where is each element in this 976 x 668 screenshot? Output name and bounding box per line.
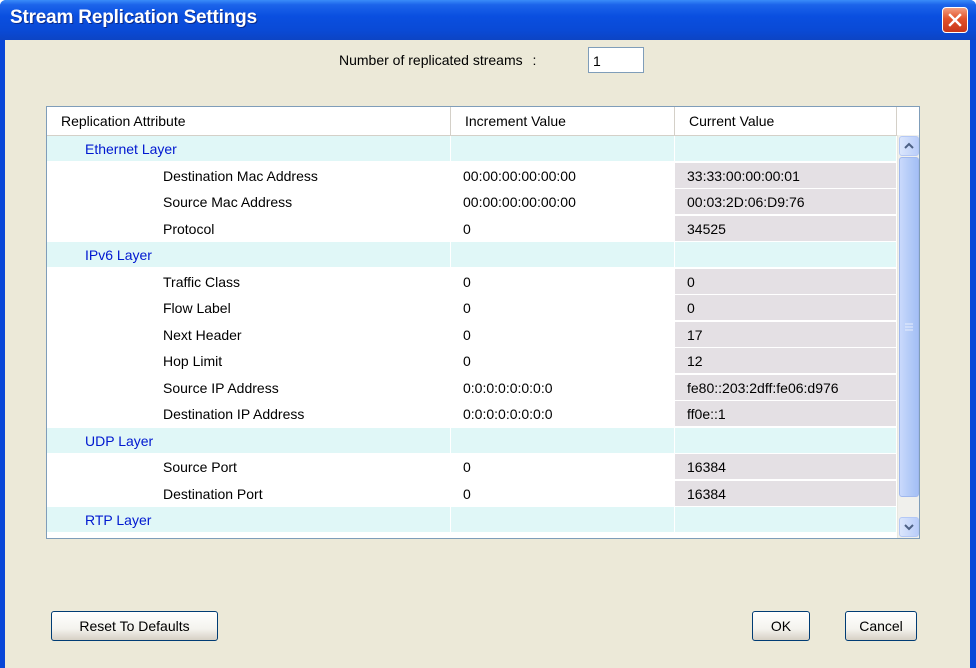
dialog-window: Stream Replication Settings Number of re…: [0, 0, 976, 668]
current-value-cell: ff0e::1: [675, 401, 897, 427]
scroll-up-button[interactable]: [899, 136, 919, 156]
current-value-cell: 16384: [675, 481, 897, 507]
grip-icon: [905, 323, 913, 331]
replication-grid: Replication Attribute Increment Value Cu…: [46, 106, 920, 539]
chevron-down-icon: [904, 524, 914, 531]
current-value-cell: fe80::203:2dff:fe06:d976: [675, 375, 897, 401]
table-row[interactable]: Protocol 0 34525: [47, 216, 897, 242]
increment-value-cell[interactable]: 0: [451, 481, 675, 507]
table-row[interactable]: Traffic Class 0 0: [47, 269, 897, 295]
attribute-cell: Traffic Class: [47, 269, 451, 295]
label-separator: :: [532, 52, 537, 68]
replicated-streams-label-text: Number of replicated streams: [339, 52, 523, 68]
increment-value-cell: [451, 507, 675, 533]
current-value-cell: [675, 136, 897, 162]
increment-value-cell[interactable]: 0:0:0:0:0:0:0:0: [451, 401, 675, 427]
current-value-cell: [675, 242, 897, 268]
replicated-streams-input[interactable]: [588, 47, 644, 73]
increment-value-cell: [451, 242, 675, 268]
current-value-cell: 0: [675, 295, 897, 321]
layer-group-row[interactable]: RTP Layer: [47, 507, 897, 533]
close-x-icon: [948, 13, 962, 27]
attribute-cell: Ethernet Layer: [47, 136, 451, 162]
table-row[interactable]: Source Mac Address 00:00:00:00:00:00 00:03…: [47, 189, 897, 215]
attribute-cell: Hop Limit: [47, 348, 451, 374]
replicated-streams-label: Number of replicated streams :: [339, 52, 536, 68]
increment-value-cell[interactable]: 00:00:00:00:00:00: [451, 163, 675, 189]
ok-button[interactable]: OK: [752, 611, 810, 641]
attribute-cell: Source IP Address: [47, 375, 451, 401]
table-row[interactable]: Destination Mac Address 00:00:00:00:00:00…: [47, 163, 897, 189]
increment-value-cell[interactable]: 0: [451, 295, 675, 321]
increment-value-cell[interactable]: 0:0:0:0:0:0:0:0: [451, 375, 675, 401]
current-value-cell: [675, 428, 897, 454]
current-value-cell: 00:03:2D:06:D9:76: [675, 189, 897, 215]
current-value-cell: 33:33:00:00:00:01: [675, 163, 897, 189]
header-replication-attribute[interactable]: Replication Attribute: [47, 107, 451, 135]
increment-value-cell: [451, 428, 675, 454]
table-row[interactable]: Source IP Address 0:0:0:0:0:0:0:0 fe80::20…: [47, 375, 897, 401]
increment-value-cell: [451, 136, 675, 162]
attribute-cell: Destination IP Address: [47, 401, 451, 427]
scroll-down-button[interactable]: [899, 517, 919, 537]
cancel-button[interactable]: Cancel: [845, 611, 917, 641]
current-value-cell: 0: [675, 269, 897, 295]
table-row[interactable]: Hop Limit 0 12: [47, 348, 897, 374]
attribute-cell: Destination Mac Address: [47, 163, 451, 189]
attribute-cell: Destination Port: [47, 481, 451, 507]
increment-value-cell[interactable]: 0: [451, 454, 675, 480]
attribute-cell: Protocol: [47, 216, 451, 242]
chevron-up-icon: [904, 142, 914, 149]
vertical-scrollbar[interactable]: [897, 135, 919, 538]
attribute-cell: Source Mac Address: [47, 189, 451, 215]
increment-value-cell[interactable]: 00:00:00:00:00:00: [451, 189, 675, 215]
table-row[interactable]: Next Header 0 17: [47, 322, 897, 348]
layer-group-row[interactable]: UDP Layer: [47, 428, 897, 454]
attribute-cell: Next Header: [47, 322, 451, 348]
table-row[interactable]: Destination IP Address 0:0:0:0:0:0:0:0 ff0…: [47, 401, 897, 427]
attribute-cell: IPv6 Layer: [47, 242, 451, 268]
grid-header: Replication Attribute Increment Value Cu…: [47, 107, 919, 136]
reset-to-defaults-button[interactable]: Reset To Defaults: [51, 611, 218, 641]
layer-group-row[interactable]: Ethernet Layer: [47, 136, 897, 162]
scroll-thumb[interactable]: [899, 157, 919, 497]
table-row[interactable]: Source Port 0 16384: [47, 454, 897, 480]
increment-value-cell[interactable]: 0: [451, 216, 675, 242]
increment-value-cell[interactable]: 0: [451, 269, 675, 295]
close-button[interactable]: [942, 7, 968, 33]
attribute-cell: RTP Layer: [47, 507, 451, 533]
current-value-cell: 12: [675, 348, 897, 374]
current-value-cell: 16384: [675, 454, 897, 480]
current-value-cell: [675, 507, 897, 533]
attribute-cell: UDP Layer: [47, 428, 451, 454]
attribute-cell: Source Port: [47, 454, 451, 480]
increment-value-cell[interactable]: 0: [451, 322, 675, 348]
table-row[interactable]: Flow Label 0 0: [47, 295, 897, 321]
table-row[interactable]: Destination Port 0 16384: [47, 481, 897, 507]
window-title: Stream Replication Settings: [10, 7, 257, 28]
current-value-cell: 34525: [675, 216, 897, 242]
header-increment-value[interactable]: Increment Value: [451, 107, 675, 135]
current-value-cell: 17: [675, 322, 897, 348]
title-bar[interactable]: Stream Replication Settings: [0, 0, 976, 40]
layer-group-row[interactable]: IPv6 Layer: [47, 242, 897, 268]
increment-value-cell[interactable]: 0: [451, 348, 675, 374]
header-current-value[interactable]: Current Value: [675, 107, 897, 135]
attribute-cell: Flow Label: [47, 295, 451, 321]
